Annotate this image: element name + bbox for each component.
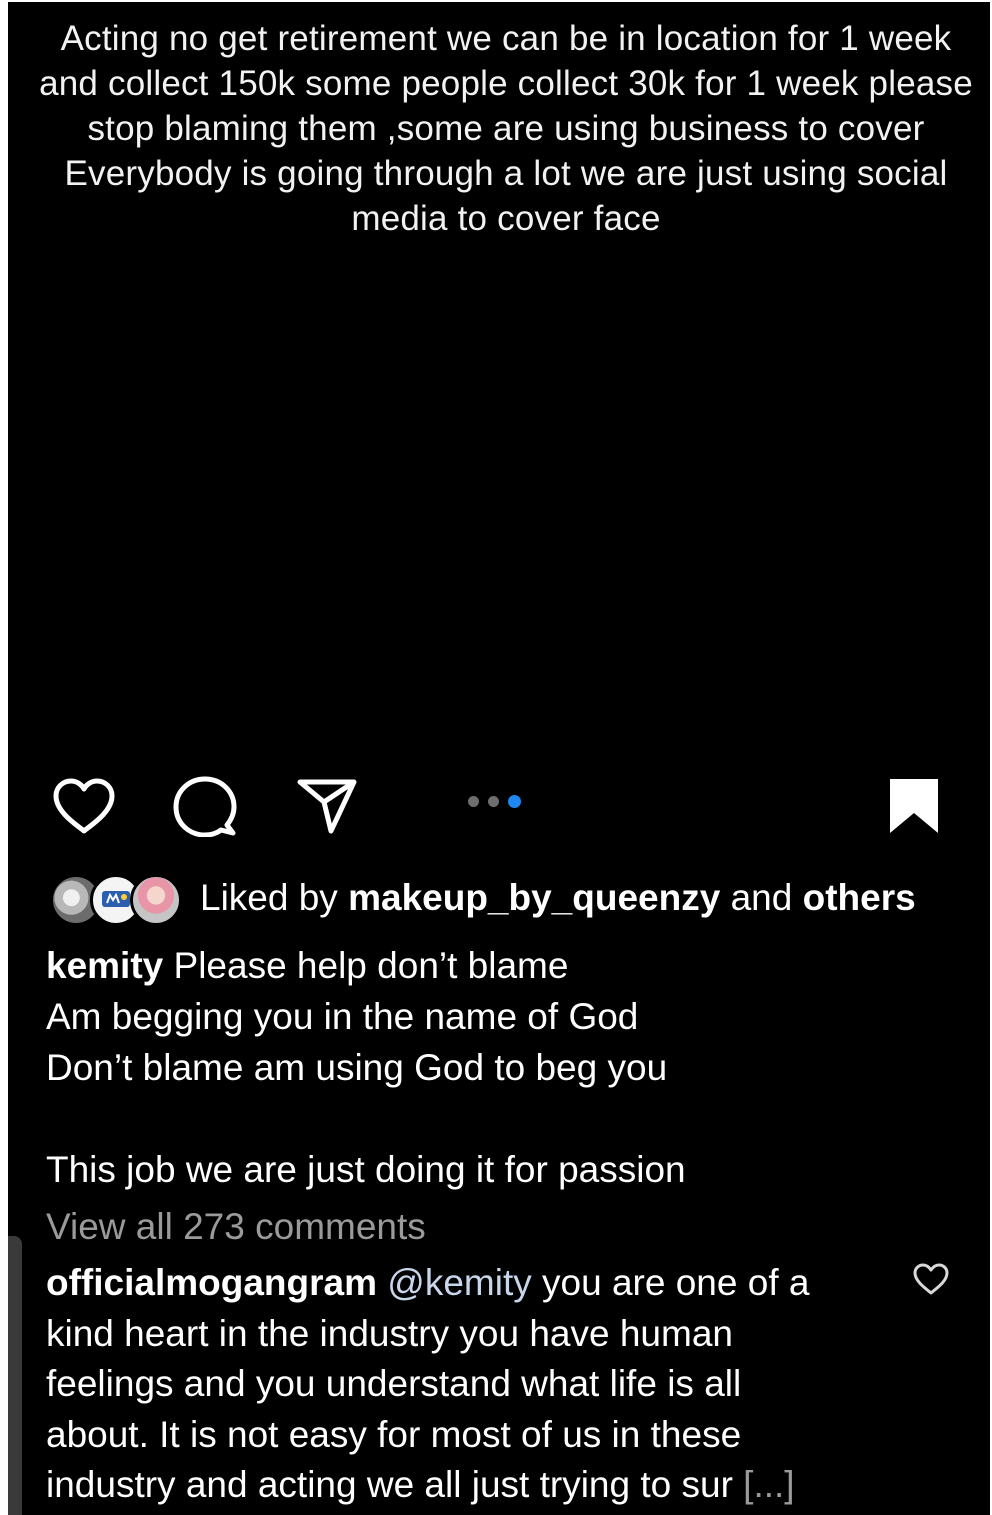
bookmark-icon: [890, 779, 938, 833]
comment-text: industry and acting we all just trying t…: [46, 1464, 733, 1505]
send-icon: [297, 779, 357, 834]
comment-line: officialmogangram @kemity you are one of…: [46, 1262, 809, 1303]
post-image-text: Acting no get retirement we can be in lo…: [39, 19, 973, 238]
logo-icon: [102, 891, 130, 907]
liker-avatars: [50, 872, 182, 926]
post-action-bar: [8, 760, 990, 850]
carousel-indicator: [468, 795, 521, 808]
avatar: [130, 874, 182, 926]
heart-icon: [53, 778, 115, 834]
share-button[interactable]: [295, 774, 359, 838]
liked-by-prefix: Liked by: [200, 877, 338, 918]
carousel-dot: [468, 796, 479, 807]
comment-bubble-icon: [173, 776, 237, 837]
caption-line: This job we are just doing it for passio…: [46, 1149, 686, 1190]
liked-by-user-link[interactable]: makeup_by_queenzy: [348, 877, 720, 918]
top-comment: officialmogangram @kemity you are one of…: [46, 1258, 866, 1511]
post-caption: kemity Please help don’t blame Am beggin…: [46, 940, 946, 1195]
liked-by-text: Liked by makeup_by_queenzy and others: [200, 877, 916, 919]
caption-line: kemity Please help don’t blame: [46, 940, 946, 991]
comment-username[interactable]: officialmogangram: [46, 1262, 377, 1303]
comment-button[interactable]: [173, 774, 237, 838]
comment-like-button[interactable]: [912, 1262, 950, 1296]
comment-more-link[interactable]: [...]: [743, 1464, 794, 1505]
caption-username[interactable]: kemity: [46, 945, 163, 986]
frame-border-left: [0, 0, 8, 1515]
view-all-comments-link[interactable]: View all 273 comments: [46, 1203, 426, 1251]
carousel-dot-active: [508, 795, 521, 808]
like-button[interactable]: [52, 774, 116, 838]
caption-line: Don’t blame am using God to beg you: [46, 1047, 668, 1088]
carousel-dot: [488, 796, 499, 807]
heart-icon: [913, 1263, 949, 1295]
liked-by-others-link[interactable]: others: [803, 877, 916, 918]
comment-text: feelings and you understand what life is…: [46, 1363, 742, 1404]
side-panel-handle[interactable]: [8, 1236, 22, 1515]
liked-by-conjunction: and: [730, 877, 793, 918]
comment-text: you are one of a: [542, 1262, 810, 1303]
comment-text: kind heart in the industry you have huma…: [46, 1312, 733, 1354]
likes-summary[interactable]: Liked by makeup_by_queenzy and others: [50, 870, 916, 926]
caption-text: Please help don’t blame: [173, 945, 569, 986]
caption-line: Am begging you in the name of God: [46, 996, 639, 1037]
comment-mention[interactable]: @kemity: [387, 1262, 531, 1303]
save-button[interactable]: [882, 774, 946, 838]
comment-text: about. It is not easy for most of us in …: [46, 1413, 742, 1455]
post-image[interactable]: Acting no get retirement we can be in lo…: [8, 2, 990, 742]
